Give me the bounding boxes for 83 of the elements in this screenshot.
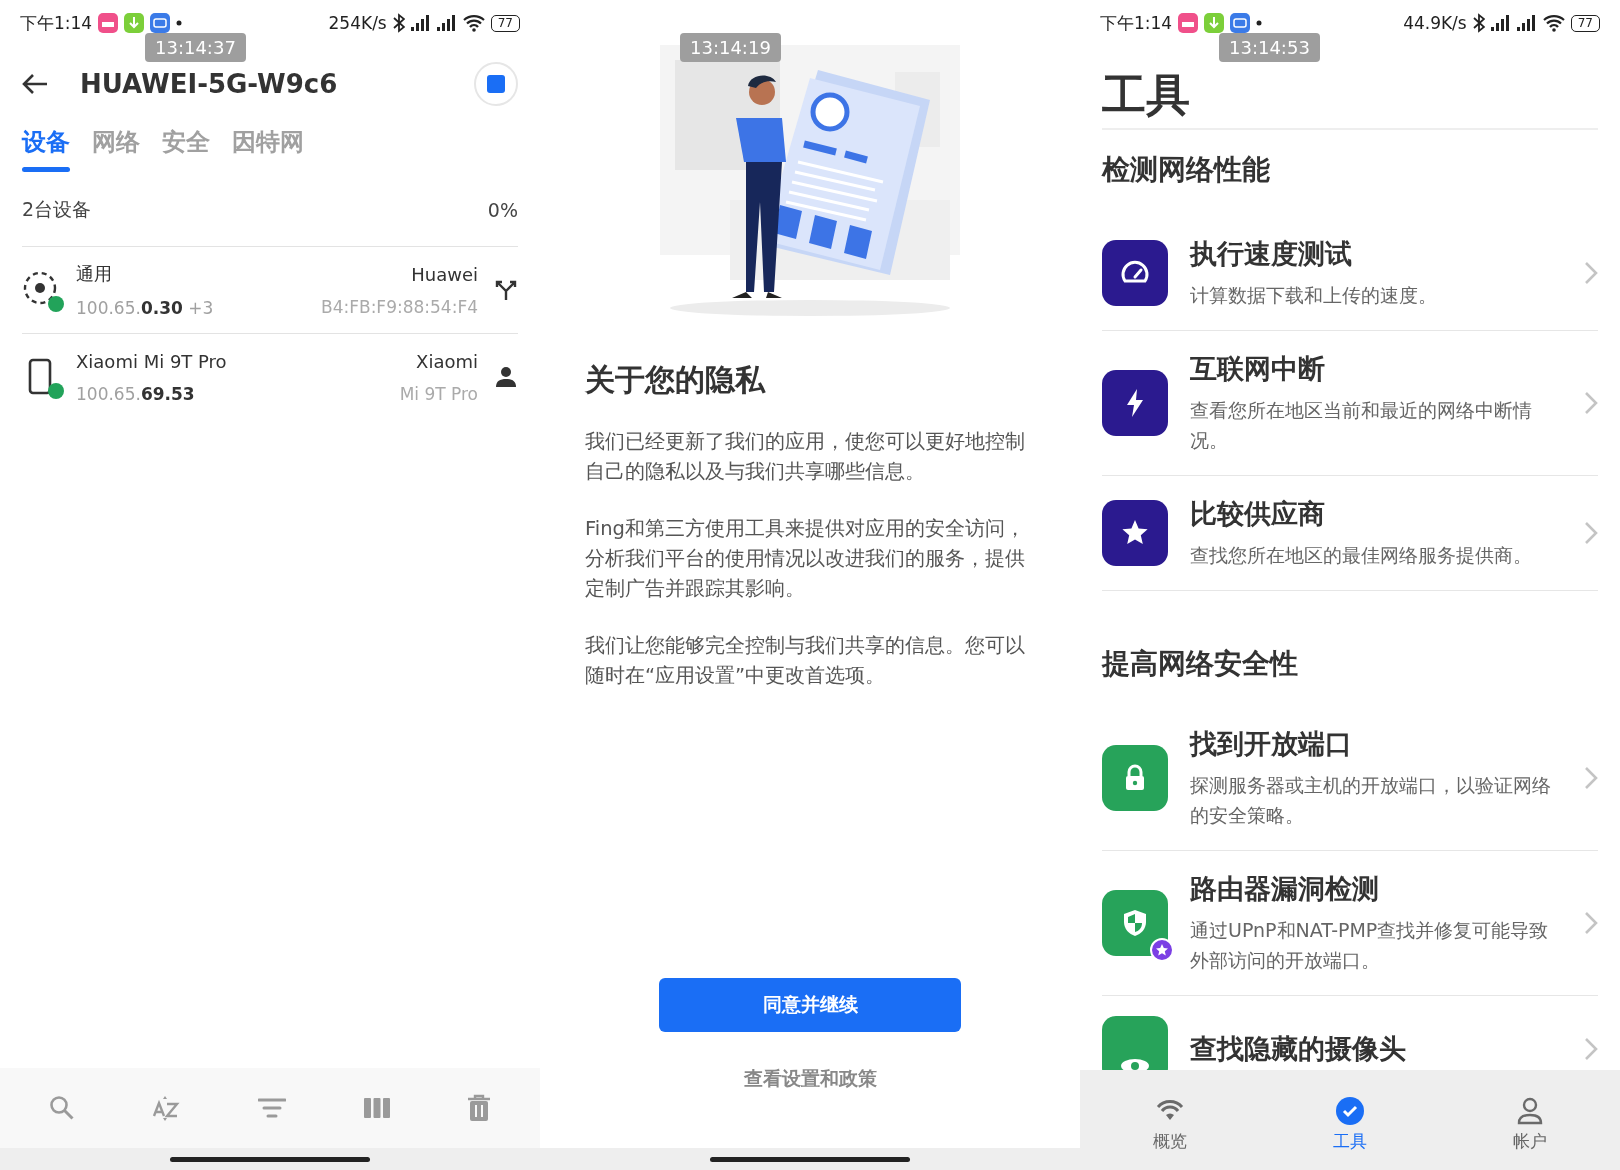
- device-detail: Mi 9T Pro: [399, 383, 478, 404]
- tool-description: 查看您所在地区当前和最近的网络中断情况。: [1190, 398, 1533, 453]
- tab[interactable]: 设备: [22, 122, 70, 172]
- filter-icon[interactable]: [258, 1097, 286, 1119]
- privacy-paragraph: Fing和第三方使用工具来提供对应用的安全访问，分析我们平台的使用情况以改进我们的服务，提供定制广告并跟踪其影响。: [585, 516, 1026, 602]
- tool-title: 互联网中断: [1190, 352, 1326, 386]
- tool-description: 计算数据下载和上传的速度。: [1190, 283, 1438, 308]
- sort-icon[interactable]: [152, 1094, 181, 1122]
- bluetooth-icon: [1472, 13, 1485, 33]
- tool-title: 找到开放端口: [1190, 727, 1353, 761]
- privacy-paragraph: 我们已经更新了我们的应用，使您可以更好地控制自己的隐私以及与我们共享哪些信息。: [585, 429, 1026, 485]
- device-vendor: Huawei: [411, 263, 478, 285]
- device-vendor: Xiaomi: [416, 350, 478, 372]
- tool-item[interactable]: 比较供应商 查找您所在地区的最佳网络服务提供商。: [1102, 476, 1598, 591]
- timestamp-overlay: 13:14:19: [680, 33, 781, 62]
- download-icon: [124, 13, 145, 33]
- tool-description: 查找您所在地区的最佳网络服务提供商。: [1190, 543, 1533, 568]
- settings-link[interactable]: 查看设置和政策: [743, 1066, 877, 1092]
- tool-title: 执行速度测试: [1190, 237, 1353, 271]
- app-notification-icon: [150, 13, 171, 33]
- nav-tab[interactable]: 工具: [1260, 1095, 1440, 1153]
- person-icon: [1515, 1095, 1545, 1126]
- tool-title: 查找隐藏的摄像头: [1190, 1032, 1407, 1066]
- tool-item[interactable]: 路由器漏洞检测 通过UPnP和NAT-PMP查找并修复可能导致外部访问的开放端口。: [1102, 851, 1598, 996]
- progress-percent: 0%: [487, 199, 518, 221]
- ip-address: 100.65.0.30 +3: [76, 298, 215, 318]
- section-heading: 提高网络安全性: [1102, 646, 1299, 682]
- tool-item[interactable]: 互联网中断 查看您所在地区当前和最近的网络中断情况。: [1102, 331, 1598, 476]
- privacy-heading: 关于您的隐私: [585, 361, 767, 399]
- tool-description: 探测服务器或主机的开放端口，以验证网络的安全策略。: [1190, 773, 1552, 828]
- check-circle-icon: [1335, 1095, 1365, 1126]
- app-notification-icon: [98, 13, 119, 33]
- device-count: 2台设备: [22, 197, 92, 222]
- ip-address: 100.65.69.53: [76, 383, 196, 404]
- tool-title: 路由器漏洞检测: [1190, 872, 1380, 906]
- nav-tab[interactable]: 概览: [1080, 1095, 1260, 1153]
- wifi-icon: [1542, 14, 1565, 32]
- signal-icon: [436, 13, 457, 33]
- chevron-icon: [1584, 766, 1598, 790]
- app-notification-icon: [1230, 13, 1251, 33]
- privacy-paragraph: 我们让您能够完全控制与我们共享的信息。您可以随时在“应用设置”中更改首选项。: [585, 633, 1026, 689]
- search-icon[interactable]: [48, 1095, 75, 1121]
- timestamp-overlay: 13:14:53: [1219, 33, 1320, 62]
- agree-button[interactable]: 同意并继续: [659, 978, 961, 1032]
- wifi-icon: [462, 14, 485, 32]
- chevron-icon: [1584, 391, 1598, 415]
- tool-title: 比较供应商: [1190, 497, 1326, 531]
- signal-icon: [1490, 13, 1511, 33]
- trash-icon[interactable]: [467, 1094, 492, 1122]
- person-icon: [494, 365, 518, 389]
- chevron-icon: [1584, 1037, 1598, 1061]
- status-time: 下午1:14: [20, 11, 93, 35]
- app-notification-icon: [1178, 13, 1199, 33]
- battery-indicator: 77: [490, 14, 520, 32]
- chevron-icon: [1584, 911, 1598, 935]
- tool-item[interactable]: 执行速度测试 计算数据下载和上传的速度。: [1102, 216, 1598, 331]
- battery-indicator: 77: [1570, 14, 1600, 32]
- tool-description: 通过UPnP和NAT-PMP查找并修复可能导致外部访问的开放端口。: [1190, 918, 1550, 973]
- download-icon: [1204, 13, 1225, 33]
- network-title: HUAWEI-5G-W9c6: [80, 69, 338, 99]
- chevron-icon: [1584, 261, 1598, 285]
- split-arrow-icon: [494, 278, 518, 302]
- notification-dot-icon: [176, 20, 183, 26]
- signal-icon: [1516, 13, 1537, 33]
- nav-tab[interactable]: 帐户: [1440, 1095, 1620, 1153]
- tool-item[interactable]: 找到开放端口 探测服务器或主机的开放端口，以验证网络的安全策略。: [1102, 706, 1598, 851]
- back-arrow-icon[interactable]: [22, 73, 48, 95]
- network-speed: 254K/s: [328, 13, 387, 33]
- device-detail: B4:FB:F9:88:54:F4: [321, 296, 478, 317]
- device-name: Xiaomi Mi 9T Pro: [76, 350, 228, 372]
- stop-scan-button[interactable]: [474, 62, 518, 106]
- chevron-icon: [1584, 521, 1598, 545]
- timestamp-overlay: 13:14:37: [145, 33, 246, 62]
- signal-icon: [410, 13, 431, 33]
- status-time: 下午1:14: [1100, 11, 1173, 35]
- bluetooth-icon: [392, 13, 405, 33]
- notification-dot-icon: [1256, 20, 1263, 26]
- device-name: 通用: [76, 262, 113, 286]
- section-heading: 检测网络性能: [1102, 152, 1271, 188]
- columns-icon[interactable]: [363, 1097, 390, 1119]
- device-row[interactable]: 通用 100.65.0.30 +3 Huawei B4:FB:F9:88:54:F4: [22, 246, 518, 333]
- device-row[interactable]: Xiaomi Mi 9T Pro 100.65.69.53 Xiaomi Mi 9T Pro: [22, 333, 518, 420]
- network-speed: 44.9K/s: [1403, 13, 1467, 33]
